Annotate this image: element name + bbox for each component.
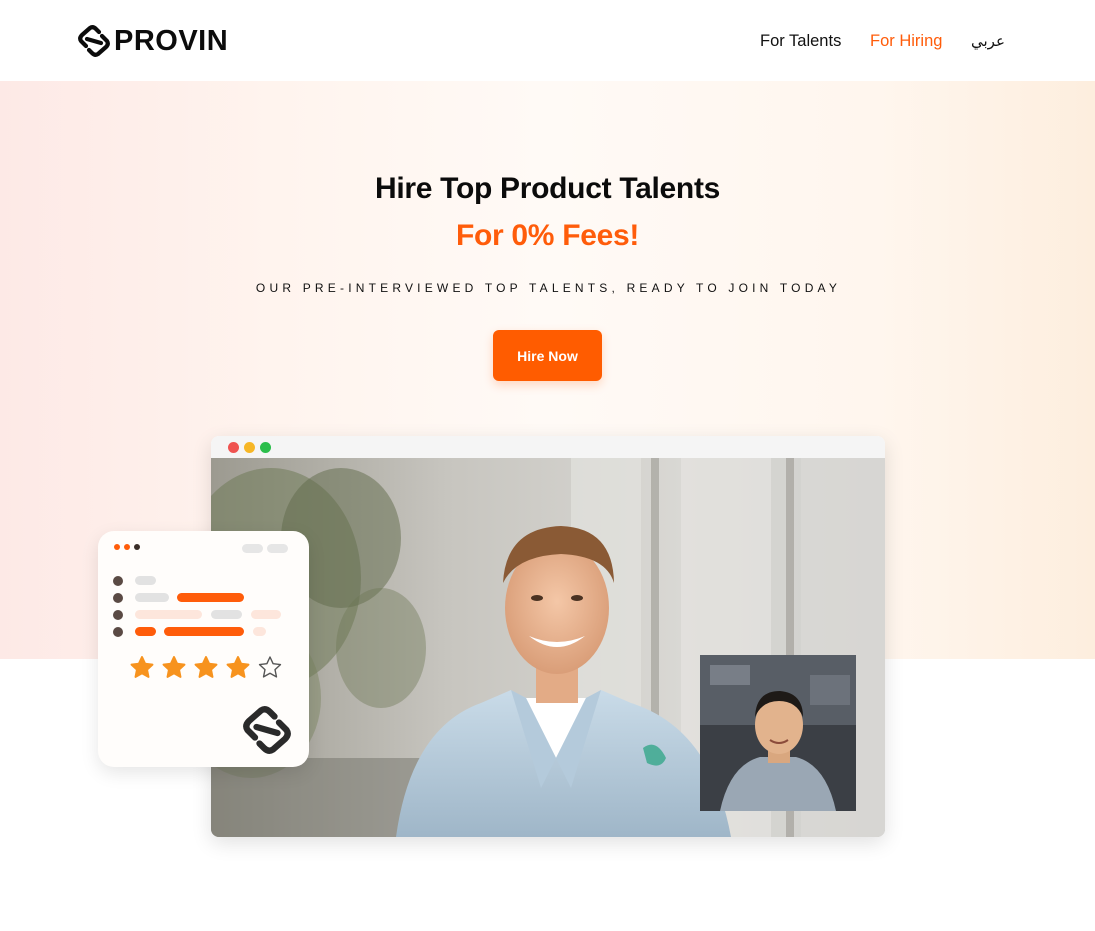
window-close-dot xyxy=(228,442,239,453)
main-nav: For Talents For Hiring عربي xyxy=(0,30,1095,52)
provin-logo-icon xyxy=(243,706,291,754)
browser-toolbar xyxy=(211,436,885,458)
hero-tagline: OUR PRE-INTERVIEWED TOP TALENTS, READY T… xyxy=(255,281,842,295)
candidate-video-pip xyxy=(700,655,856,811)
site-header: PROVIN For Talents For Hiring عربي xyxy=(0,0,1095,81)
nav-link-arabic[interactable]: عربي xyxy=(971,30,1005,52)
star-outline-icon xyxy=(258,656,282,678)
hero-subtitle: For 0% Fees! xyxy=(455,219,640,252)
star-filled-icon xyxy=(194,656,218,678)
rating-card xyxy=(98,531,309,767)
candidate-photo xyxy=(700,655,856,811)
hero-title: Hire Top Product Talents xyxy=(374,172,721,205)
video-call-mockup xyxy=(211,436,885,837)
window-minimize-dot xyxy=(244,442,255,453)
main-video-feed xyxy=(211,458,885,837)
star-filled-icon xyxy=(162,656,186,678)
star-filled-icon xyxy=(130,656,154,678)
nav-link-for-hiring[interactable]: For Hiring xyxy=(870,30,942,52)
star-filled-icon xyxy=(226,656,250,678)
nav-link-for-talents[interactable]: For Talents xyxy=(760,30,841,52)
window-maximize-dot xyxy=(260,442,271,453)
hire-now-button[interactable]: Hire Now xyxy=(493,330,602,381)
